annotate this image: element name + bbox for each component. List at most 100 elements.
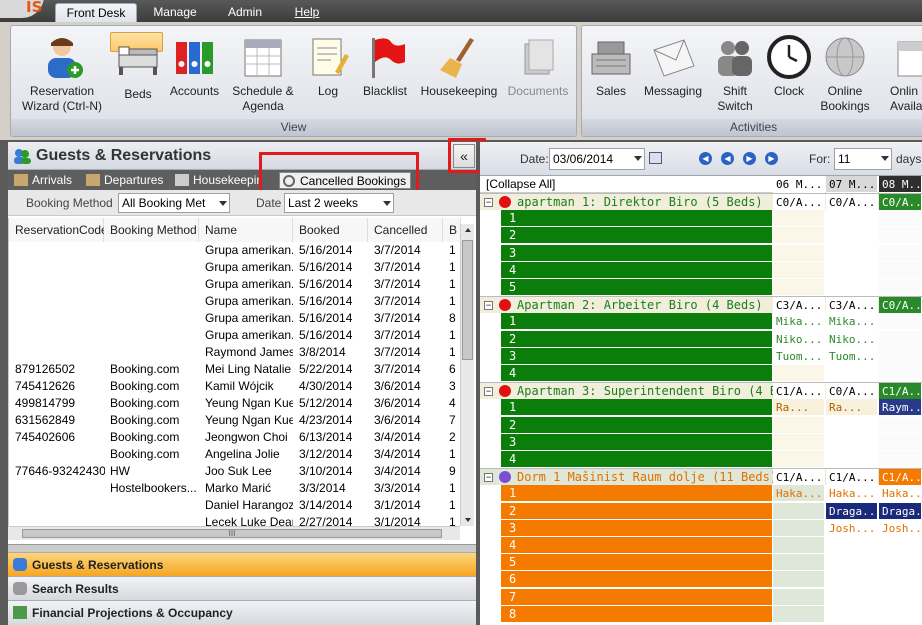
booking-cell[interactable]: Josh... bbox=[826, 519, 878, 537]
bed-label-bar[interactable]: 3 bbox=[501, 433, 772, 451]
empty-bed-cell[interactable] bbox=[879, 210, 922, 228]
empty-bed-cell[interactable] bbox=[773, 554, 825, 572]
bed-label-bar[interactable]: 5 bbox=[501, 279, 772, 296]
bed-row[interactable]: 1Haka...Haka...Haka... bbox=[480, 485, 922, 503]
bed-label-bar[interactable]: 1 bbox=[501, 485, 772, 503]
booking-cell[interactable]: Haka... bbox=[879, 485, 922, 503]
collapse-room-icon[interactable]: − bbox=[484, 387, 493, 397]
column-header-reservation-code[interactable]: ReservationCode bbox=[9, 218, 108, 242]
table-row[interactable]: 745412626 Booking.com Kamil Wójcik 4/30/201… bbox=[9, 378, 461, 395]
booking-cell[interactable]: Niko... bbox=[826, 330, 878, 348]
scroll-down-icon[interactable] bbox=[465, 518, 471, 522]
booking-cell[interactable]: Ra... bbox=[773, 399, 825, 417]
menu-tab-admin[interactable]: Admin bbox=[213, 3, 277, 22]
empty-bed-cell[interactable] bbox=[773, 416, 825, 434]
empty-bed-cell[interactable] bbox=[826, 537, 878, 554]
table-row[interactable]: Grupa amerikan... 5/16/2014 3/7/2014 1 bbox=[9, 276, 461, 293]
empty-bed-cell[interactable] bbox=[879, 279, 922, 296]
collapse-room-icon[interactable]: − bbox=[484, 473, 493, 483]
nav-financial-projections[interactable]: Financial Projections & Occupancy bbox=[8, 600, 476, 625]
column-header-b[interactable]: B bbox=[443, 218, 461, 242]
empty-bed-cell[interactable] bbox=[773, 571, 825, 589]
table-row[interactable]: Booking.com Angelina Jolie 3/12/2014 3/4/20… bbox=[9, 446, 461, 463]
table-row[interactable]: 631562849 Booking.com Yeung Ngan Kuen 4/23/… bbox=[9, 412, 461, 429]
bed-row[interactable]: 5 bbox=[480, 279, 922, 296]
booking-cell[interactable]: Draga... bbox=[826, 502, 878, 520]
room-summary-cell[interactable]: C0/A... bbox=[826, 194, 878, 211]
date-filter-select[interactable]: Last 2 weeks bbox=[284, 193, 394, 213]
table-row[interactable]: Grupa amerikan... 5/16/2014 3/7/2014 8 bbox=[9, 310, 461, 327]
collapse-room-icon[interactable]: − bbox=[484, 198, 493, 207]
empty-bed-cell[interactable] bbox=[826, 451, 878, 468]
empty-bed-cell[interactable] bbox=[826, 365, 878, 382]
booking-cell[interactable]: Mika... bbox=[826, 313, 878, 331]
booking-cell[interactable]: Ra... bbox=[826, 399, 878, 417]
bed-row[interactable]: 6 bbox=[480, 571, 922, 589]
booking-cell[interactable]: Draga... bbox=[879, 502, 922, 520]
menu-tab-manage[interactable]: Manage bbox=[140, 3, 210, 22]
first-page-icon[interactable]: ◀ bbox=[699, 152, 712, 165]
room-summary-cell[interactable]: C1/A... bbox=[879, 383, 922, 401]
bed-label-bar[interactable]: 2 bbox=[501, 227, 772, 245]
blacklist-button[interactable]: Blacklist bbox=[357, 32, 413, 117]
table-row[interactable]: Hostelbookers... Marko Marić 3/3/2014 3/3/2… bbox=[9, 480, 461, 497]
table-row[interactable]: Daniel Harangoz...3/14/20143/1/20141 bbox=[9, 497, 461, 514]
bed-row[interactable]: 3 Josh...Josh... bbox=[480, 519, 922, 537]
room-summary-cell[interactable]: C3/A... bbox=[773, 297, 825, 315]
bed-label-bar[interactable]: 2 bbox=[501, 330, 772, 348]
date-input[interactable]: 03/06/2014 bbox=[549, 148, 645, 170]
horizontal-scrollbar[interactable]: III bbox=[8, 526, 460, 540]
room-header-row[interactable]: − Apartman 2: Arbeiter Biro (4 Beds) C3/A.… bbox=[480, 296, 922, 315]
empty-bed-cell[interactable] bbox=[773, 365, 825, 382]
empty-bed-cell[interactable] bbox=[879, 451, 922, 468]
calendar-picker-icon[interactable] bbox=[649, 152, 662, 164]
bed-row[interactable]: 4 bbox=[480, 537, 922, 554]
empty-bed-cell[interactable] bbox=[826, 244, 878, 262]
empty-bed-cell[interactable] bbox=[826, 261, 878, 279]
booking-cell[interactable]: Raym... bbox=[879, 399, 922, 417]
menu-tab-help[interactable]: Help bbox=[280, 3, 334, 22]
bed-label-bar[interactable]: 7 bbox=[501, 588, 772, 606]
messaging-button[interactable]: Messaging bbox=[638, 32, 708, 117]
bed-label-bar[interactable]: 4 bbox=[501, 451, 772, 468]
shift-switch-button[interactable]: Shift Switch bbox=[710, 32, 760, 117]
bed-row[interactable]: 2 bbox=[480, 227, 922, 245]
nav-guests-reservations[interactable]: Guests & Reservations bbox=[8, 552, 476, 576]
bed-row[interactable]: 2 Niko... Niko... bbox=[480, 330, 922, 348]
table-row[interactable]: Grupa amerikan... 5/16/2014 3/7/2014 1 bbox=[9, 327, 461, 344]
online-availability-button[interactable]: Onlin Availab bbox=[878, 32, 922, 117]
empty-bed-cell[interactable] bbox=[773, 588, 825, 606]
bed-label-bar[interactable]: 6 bbox=[501, 571, 772, 589]
bed-label-bar[interactable]: 1 bbox=[501, 210, 772, 228]
booking-cell[interactable]: Haka... bbox=[826, 485, 878, 503]
collapse-room-icon[interactable]: − bbox=[484, 301, 493, 311]
sales-button[interactable]: Sales bbox=[586, 32, 636, 117]
room-summary-cell[interactable]: C0/A... bbox=[879, 297, 922, 315]
table-row[interactable]: 499814799 Booking.com Yeung Ngan Kuen 5/12/… bbox=[9, 395, 461, 412]
next-icon[interactable]: ▶ bbox=[743, 152, 756, 165]
clock-button[interactable]: Clock bbox=[764, 32, 814, 117]
booking-method-select[interactable]: All Booking Met bbox=[118, 193, 230, 213]
room-summary-cell[interactable]: C0/A... bbox=[826, 383, 878, 401]
bed-label-bar[interactable]: 1 bbox=[501, 399, 772, 417]
empty-bed-cell[interactable] bbox=[773, 519, 825, 537]
splitter[interactable] bbox=[8, 544, 476, 552]
bed-label-bar[interactable]: 3 bbox=[501, 347, 772, 365]
bed-row[interactable]: 3 bbox=[480, 433, 922, 451]
bed-row[interactable]: 2 bbox=[480, 416, 922, 434]
bed-row[interactable]: 4 bbox=[480, 365, 922, 382]
bed-row[interactable]: 3 bbox=[480, 244, 922, 262]
documents-button[interactable]: Documents bbox=[505, 32, 571, 117]
room-header-row[interactable]: − Dorm 1 Mašinist Raum dolje (11 Beds) C1/… bbox=[480, 468, 922, 487]
days-count-input[interactable]: 11 bbox=[834, 148, 892, 170]
column-header-name[interactable]: Name bbox=[199, 218, 293, 242]
empty-bed-cell[interactable] bbox=[773, 279, 825, 296]
previous-icon[interactable]: ◀ bbox=[721, 152, 734, 165]
room-summary-cell[interactable]: C1/A... bbox=[879, 469, 922, 487]
empty-bed-cell[interactable] bbox=[879, 537, 922, 554]
room-summary-cell[interactable]: C1/A... bbox=[773, 383, 825, 401]
empty-bed-cell[interactable] bbox=[879, 571, 922, 589]
room-summary-cell[interactable]: C0/A... bbox=[879, 194, 922, 211]
empty-bed-cell[interactable] bbox=[879, 313, 922, 331]
table-row[interactable]: Grupa amerikan... 5/16/2014 3/7/2014 1 bbox=[9, 293, 461, 310]
